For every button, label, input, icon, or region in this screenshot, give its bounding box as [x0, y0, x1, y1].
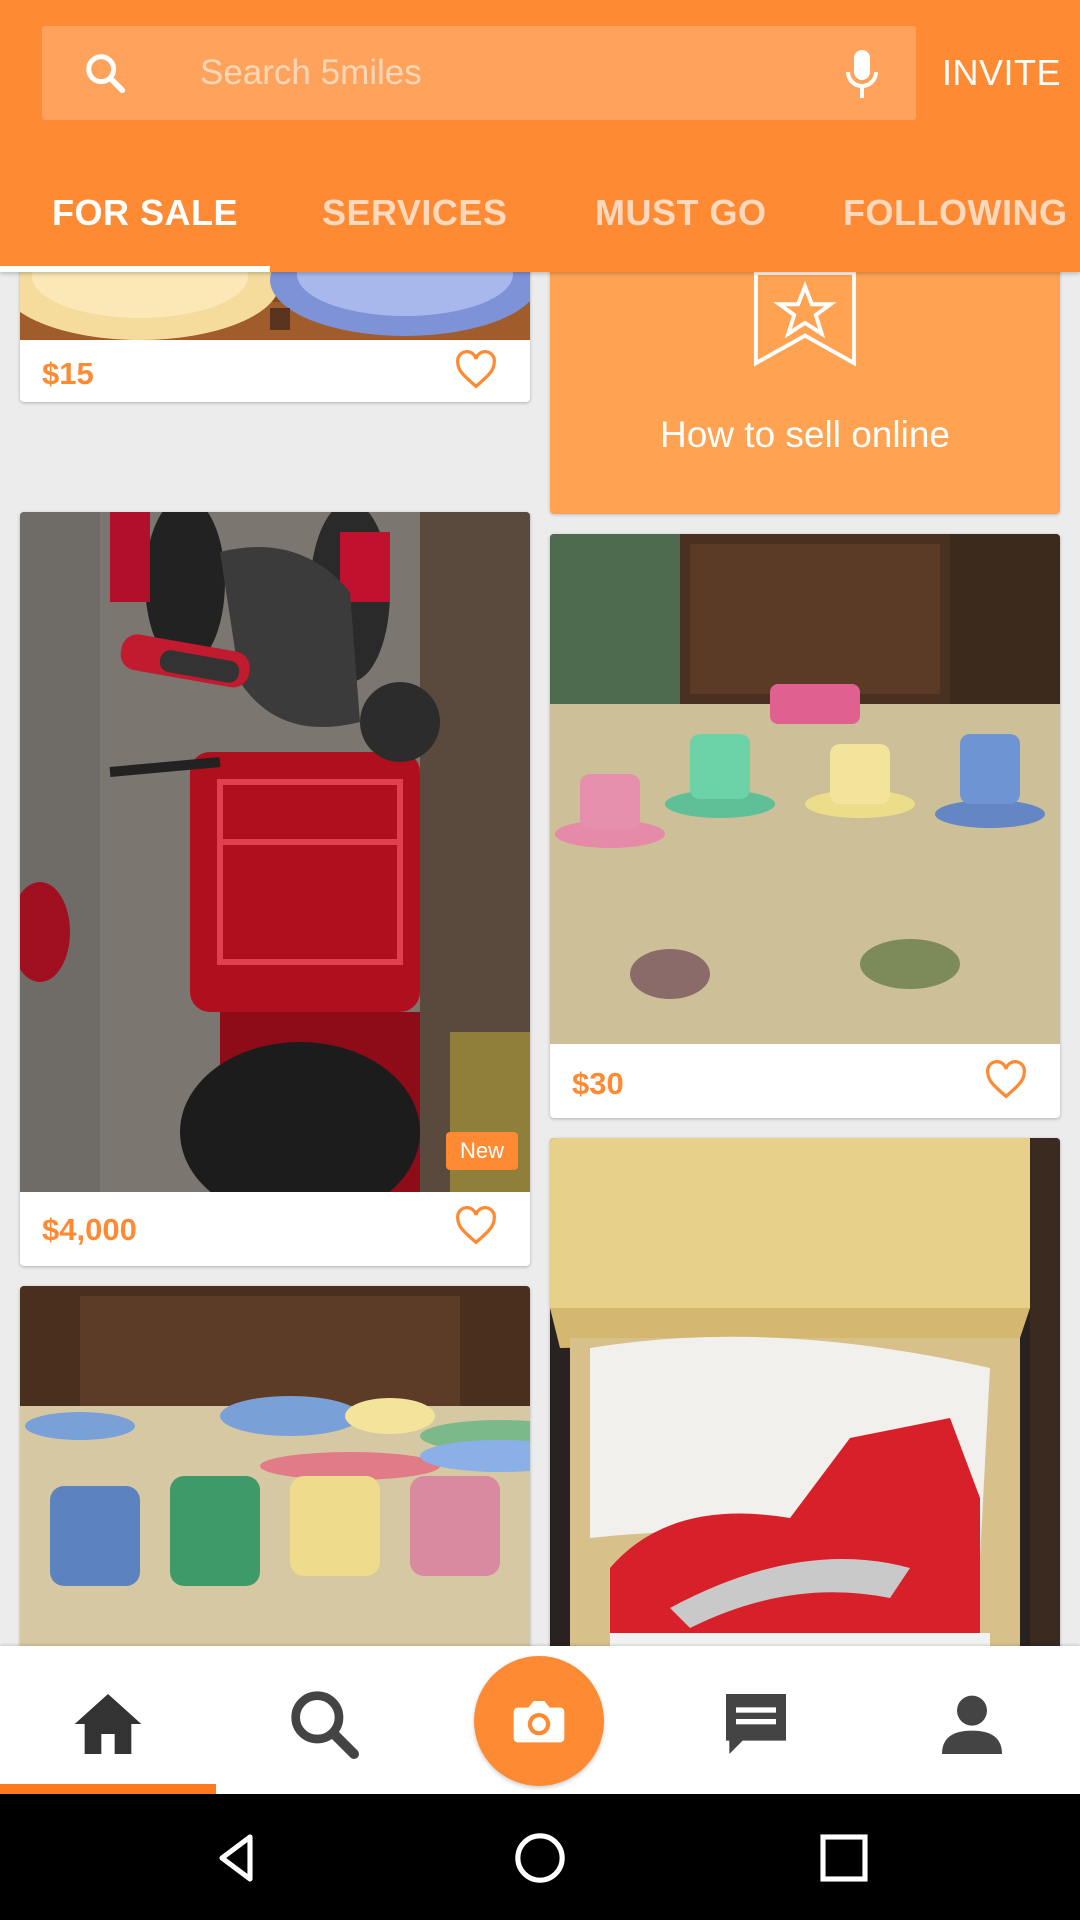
search-input[interactable]: Search 5miles: [200, 53, 422, 93]
listing-photo[interactable]: [20, 512, 530, 1192]
invite-button[interactable]: INVITE: [942, 52, 1061, 94]
active-nav-indicator: [0, 1784, 216, 1794]
profile-icon[interactable]: [932, 1684, 1012, 1764]
chat-icon[interactable]: [716, 1684, 796, 1764]
app-header: Search 5miles INVITE FOR SALE SERVICES M…: [0, 0, 1080, 272]
listing-photo[interactable]: [20, 1286, 530, 1646]
system-navigation-bar: [0, 1794, 1080, 1920]
microphone-icon[interactable]: [842, 48, 882, 100]
search-bar[interactable]: Search 5miles: [42, 26, 916, 120]
listing-photo[interactable]: [550, 534, 1060, 1044]
listing-price: $4,000: [42, 1212, 137, 1247]
tab-must-go[interactable]: MUST GO: [595, 192, 767, 234]
listing-card[interactable]: $30: [550, 534, 1060, 1118]
sell-camera-button[interactable]: [474, 1656, 604, 1786]
listing-photo[interactable]: [20, 272, 530, 340]
listing-price: $15: [42, 356, 94, 391]
tab-services[interactable]: SERVICES: [322, 192, 507, 234]
recents-icon[interactable]: [816, 1830, 872, 1886]
how-to-sell-card[interactable]: How to sell online: [550, 272, 1060, 514]
tab-following[interactable]: FOLLOWING: [843, 192, 1067, 234]
listing-card[interactable]: New $4,000: [20, 512, 530, 1266]
home-icon[interactable]: [68, 1684, 148, 1764]
heart-icon[interactable]: [454, 350, 498, 390]
heart-icon[interactable]: [984, 1060, 1028, 1100]
camera-icon: [513, 1701, 565, 1743]
search-icon: [86, 54, 126, 94]
heart-icon[interactable]: [454, 1206, 498, 1246]
new-badge: New: [445, 1132, 518, 1170]
listing-card[interactable]: [20, 1286, 530, 1646]
tab-for-sale[interactable]: FOR SALE: [52, 192, 238, 234]
star-flag-icon: [753, 272, 857, 367]
bottom-navigation: [0, 1646, 1080, 1794]
listing-feed[interactable]: $15 How to sell online New $4,000 $30: [0, 272, 1080, 1646]
listing-photo[interactable]: [550, 1138, 1060, 1646]
active-tab-indicator: [0, 266, 270, 272]
home-circle-icon[interactable]: [512, 1830, 568, 1886]
listing-card[interactable]: [550, 1138, 1060, 1646]
how-to-sell-label: How to sell online: [660, 414, 950, 455]
search-icon[interactable]: [284, 1684, 364, 1764]
listing-card[interactable]: $15: [20, 272, 530, 402]
category-tabs: FOR SALE SERVICES MUST GO FOLLOWING: [0, 180, 1080, 272]
listing-price: $30: [572, 1066, 624, 1101]
back-icon[interactable]: [208, 1830, 264, 1886]
